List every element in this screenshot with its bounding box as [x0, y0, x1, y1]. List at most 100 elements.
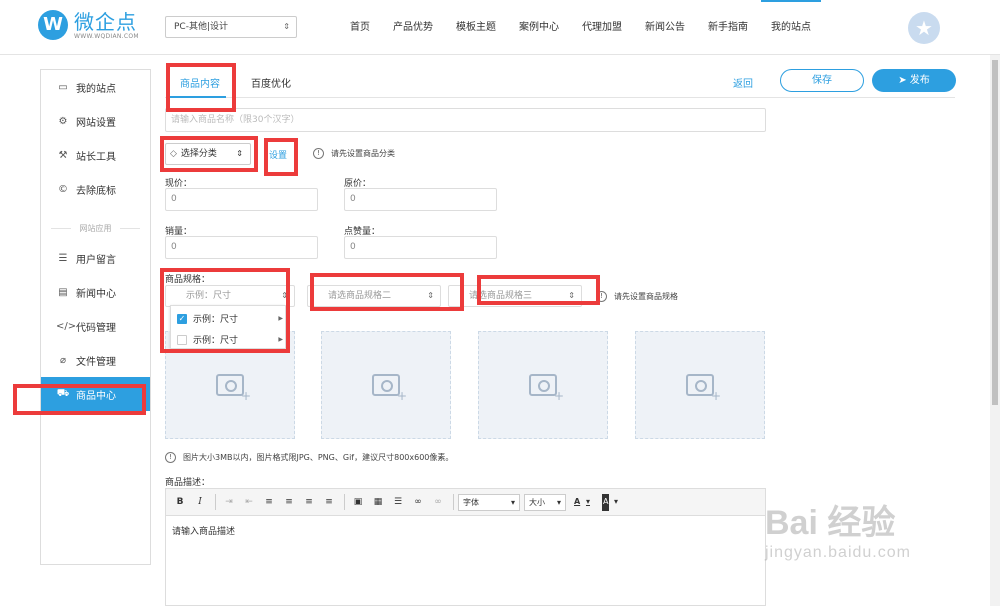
site-select[interactable]: PC-其他|设计 ⇕ — [165, 16, 297, 38]
spec-hint: ! 请先设置商品规格 — [596, 291, 678, 302]
nav-guide[interactable]: 新手指南 — [698, 0, 758, 55]
send-icon: ➤ — [898, 75, 910, 86]
sidebar-divider: 网站应用 — [51, 223, 140, 234]
unlink-icon[interactable]: ∞ — [429, 494, 447, 510]
tab-baidu-seo[interactable]: 百度优化 — [251, 75, 291, 90]
align-center-icon[interactable]: ≡ — [280, 494, 298, 510]
info-icon: ! — [313, 148, 324, 159]
copyright-icon: © — [58, 183, 68, 195]
watermark-sub: jingyan.baidu.com — [765, 544, 911, 561]
sidebar-item-remove-footer[interactable]: © 去除底标 — [41, 172, 150, 206]
updown-icon: ⇕ — [283, 22, 290, 31]
likes-input[interactable]: 0 — [344, 236, 497, 259]
tab-divider — [165, 97, 955, 98]
italic-icon[interactable]: I — [191, 494, 209, 510]
info-icon: ! — [165, 452, 176, 463]
toolbar-separator — [215, 494, 216, 510]
logo-url: WWW.WQDIAN.COM — [74, 32, 139, 40]
font-color-button[interactable]: A ▾ — [570, 494, 594, 511]
photo-upload-slot[interactable] — [478, 331, 608, 439]
save-button[interactable]: 保存 — [780, 69, 864, 92]
image-icon[interactable]: ▣ — [349, 494, 367, 510]
sidebar-item-messages[interactable]: ☰ 用户留言 — [41, 241, 150, 275]
align-right-icon[interactable]: ≡ — [300, 494, 318, 510]
image-hint-text: 图片大小3MB以内，图片格式限JPG、PNG、Gif，建议尺寸800x600像素… — [183, 453, 454, 462]
camera-icon — [216, 374, 251, 403]
bold-icon[interactable]: B — [171, 494, 189, 510]
main-nav: 首页 产品优势 模板主题 案例中心 代理加盟 新闻公告 新手指南 我的站点 — [340, 0, 824, 55]
sidebar-item-webmaster-tools[interactable]: ⚒ 站长工具 — [41, 138, 150, 172]
align-justify-icon[interactable]: ≡ — [320, 494, 338, 510]
sidebar-item-site-settings[interactable]: ⚙ 网站设置 — [41, 104, 150, 138]
nav-agency[interactable]: 代理加盟 — [572, 0, 632, 55]
toolbar-separator — [344, 494, 345, 510]
highlight-box-spec1 — [160, 268, 290, 353]
back-link[interactable]: 返回 — [733, 75, 753, 90]
photo-upload-slot[interactable] — [321, 331, 451, 439]
nav-news[interactable]: 新闻公告 — [635, 0, 695, 55]
indent-icon[interactable]: ⇥ — [220, 494, 238, 510]
monitor-icon: ▭ — [58, 81, 68, 93]
watermark-main: Bai 经验 — [765, 504, 896, 542]
scrollbar-thumb[interactable] — [992, 60, 998, 405]
message-icon: ☰ — [58, 252, 68, 264]
gear-icon: ⚙ — [58, 115, 68, 127]
paperclip-icon: ⌀ — [59, 354, 67, 366]
highlight-box-products — [13, 384, 146, 415]
logo-name: 微企点 — [74, 9, 137, 34]
camera-icon — [529, 374, 564, 403]
code-icon: </> — [56, 320, 77, 332]
background-color-button[interactable]: A ▾ — [598, 493, 622, 511]
avatar[interactable]: ★ — [908, 12, 940, 44]
editor-toolbar: B I ⇥ ⇤ ≡ ≡ ≡ ≡ ▣ ▦ ☰ ∞ ∞ 字体 ▾ 大小 ▾ A ▾ A ▾ — [166, 489, 765, 516]
font-size-select[interactable]: 大小 ▾ — [524, 493, 566, 511]
nav-advantages[interactable]: 产品优势 — [383, 0, 443, 55]
publish-button[interactable]: ➤ 发布 — [872, 69, 956, 92]
product-name-input[interactable]: 请输入商品名称（限30个汉字） — [165, 108, 766, 132]
sidebar-item-label: 站长工具 — [76, 151, 116, 163]
font-family-label: 字体 — [463, 497, 479, 507]
nav-home[interactable]: 首页 — [340, 0, 380, 55]
rich-text-editor: B I ⇥ ⇤ ≡ ≡ ≡ ≡ ▣ ▦ ☰ ∞ ∞ 字体 ▾ 大小 ▾ A ▾ A ▾ … — [165, 488, 766, 606]
highlight-box-tab — [166, 63, 236, 112]
chevron-down-icon: ▾ — [585, 496, 590, 506]
sidebar-item-my-sites[interactable]: ▭ 我的站点 — [41, 70, 150, 104]
top-navbar: W 微企点 WWW.WQDIAN.COM PC-其他|设计 ⇕ 首页 产品优势 … — [0, 0, 1000, 55]
camera-icon — [372, 374, 407, 403]
sidebar-item-label: 文件管理 — [76, 356, 116, 368]
nav-my-sites[interactable]: 我的站点 — [761, 0, 821, 55]
category-hint: ! 请先设置商品分类 — [313, 148, 395, 159]
highlight-box-settings — [264, 138, 298, 176]
baidu-watermark: Bai 经验 jingyan.baidu.com — [765, 495, 955, 585]
sidebar-item-label: 代码管理 — [76, 322, 116, 334]
editor-content[interactable]: 请输入商品描述 — [166, 516, 765, 545]
sales-input[interactable]: 0 — [165, 236, 318, 259]
link-icon[interactable]: ∞ — [409, 494, 427, 510]
sidebar-item-files[interactable]: ⌀ 文件管理 — [41, 343, 150, 377]
nav-templates[interactable]: 模板主题 — [446, 0, 506, 55]
original-price-input[interactable]: 0 — [344, 188, 497, 211]
sidebar-item-news[interactable]: ▤ 新闻中心 — [41, 275, 150, 309]
wrench-icon: ⚒ — [58, 149, 68, 161]
horizontal-rule-icon[interactable]: ☰ — [389, 494, 407, 510]
image-hint: ! 图片大小3MB以内，图片格式限JPG、PNG、Gif，建议尺寸800x600像… — [165, 452, 453, 463]
align-left-icon[interactable]: ≡ — [260, 494, 278, 510]
nav-cases[interactable]: 案例中心 — [509, 0, 569, 55]
spec-hint-text: 请先设置商品规格 — [614, 292, 678, 301]
site-select-value: PC-其他|设计 — [174, 22, 228, 32]
description-label: 商品描述： — [165, 478, 211, 488]
sidebar-item-label: 用户留言 — [76, 254, 116, 266]
background-color-icon: A — [602, 493, 610, 511]
logo[interactable]: W 微企点 WWW.WQDIAN.COM — [38, 10, 139, 40]
sidebar-item-code[interactable]: </> 代码管理 — [41, 309, 150, 343]
font-family-select[interactable]: 字体 ▾ — [458, 493, 520, 511]
table-icon[interactable]: ▦ — [369, 494, 387, 510]
outdent-icon[interactable]: ⇤ — [240, 494, 258, 510]
photo-upload-slot[interactable] — [635, 331, 765, 439]
highlight-box-spec2 — [310, 273, 464, 311]
category-hint-text: 请先设置商品分类 — [331, 149, 395, 158]
camera-icon — [686, 374, 721, 403]
publish-label: 发布 — [909, 75, 930, 86]
chevron-down-icon: ▾ — [613, 496, 618, 506]
price-input[interactable]: 0 — [165, 188, 318, 211]
